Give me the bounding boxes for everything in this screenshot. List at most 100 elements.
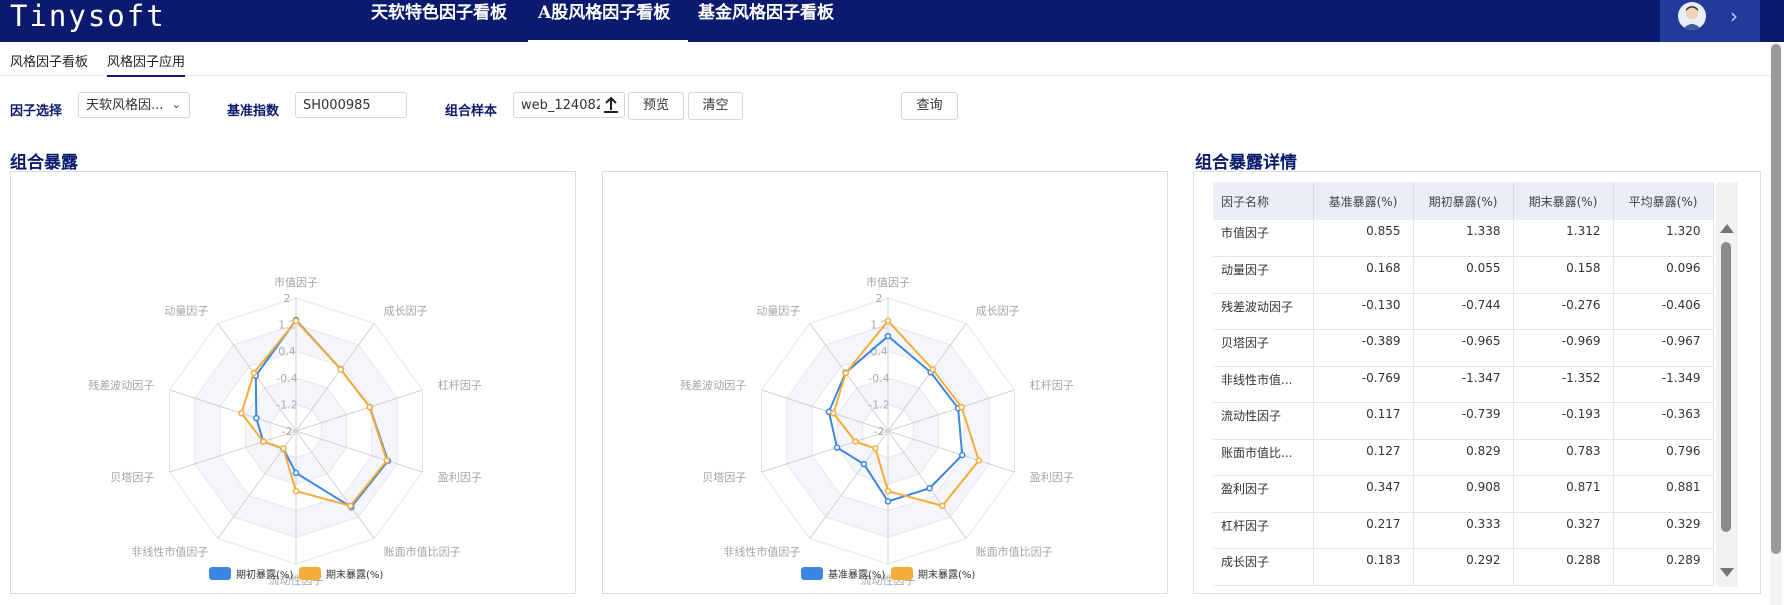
radar-data-point[interactable] (253, 414, 260, 422)
table-row[interactable]: 动量因子 0.168 0.055 0.158 0.096 (1213, 256, 1714, 294)
col-header-final[interactable]: 期末暴露(%) (1513, 182, 1614, 220)
radar-data-point[interactable] (939, 502, 946, 510)
table-row[interactable]: 残差波动因子 -0.130 -0.744 -0.276 -0.406 (1213, 293, 1714, 330)
app-logo: Tinysoft (10, 0, 166, 33)
benchmark-input[interactable]: SH000985 (295, 92, 407, 118)
legend-swatch[interactable] (209, 567, 231, 580)
radar-data-point[interactable] (347, 502, 354, 510)
radar-data-point[interactable] (383, 457, 391, 464)
radar-tick-label: 0.4 (870, 345, 888, 358)
radar-indicator-label: 账面市值比因子 (976, 545, 1053, 559)
radar-indicator-label: 贝塔因子 (702, 471, 746, 484)
table-row[interactable]: 流动性因子 0.117 -0.739 -0.193 -0.363 (1213, 402, 1714, 440)
col-header-initial[interactable]: 期初暴露(%) (1413, 182, 1514, 220)
subtab-style-dashboard[interactable]: 风格因子看板 (10, 51, 88, 70)
value-cell: 1.320 (1613, 220, 1714, 257)
value-cell: 0.055 (1413, 256, 1514, 294)
radar-data-point[interactable] (292, 469, 300, 477)
radar-data-point[interactable] (292, 317, 300, 325)
value-cell: 0.292 (1413, 548, 1514, 586)
radar-data-point[interactable] (958, 451, 966, 459)
scroll-up-icon[interactable] (1720, 224, 1734, 233)
factor-select[interactable]: 天软风格因... ⌄ (78, 92, 190, 118)
radar-data-point[interactable] (337, 366, 344, 373)
value-cell: -0.130 (1313, 293, 1414, 330)
radar-data-point[interactable] (884, 498, 892, 505)
table-row[interactable]: 市值因子 0.855 1.338 1.312 1.320 (1213, 220, 1714, 257)
radar-indicator-label: 账面市值比因子 (384, 545, 461, 559)
factor-select-label: 因子选择 (10, 104, 63, 119)
nav-tab-tinysoft-factors[interactable]: 天软特色因子看板 (371, 2, 507, 24)
legend-swatch[interactable] (891, 567, 913, 580)
legend-swatch[interactable] (299, 567, 321, 580)
scroll-down-icon[interactable] (1720, 568, 1734, 577)
col-header-benchmark[interactable]: 基准暴露(%) (1313, 182, 1414, 220)
value-cell: 0.347 (1313, 475, 1414, 513)
radar-data-point[interactable] (929, 366, 936, 373)
radar-data-point[interactable] (884, 317, 892, 325)
value-cell: 1.312 (1513, 220, 1614, 257)
subtab-style-application[interactable]: 风格因子应用 (107, 51, 186, 77)
clear-button[interactable]: 清空 (688, 92, 743, 120)
value-cell: 0.871 (1513, 475, 1614, 513)
radar-data-point[interactable] (884, 332, 892, 340)
legend-label[interactable]: 基准暴露(%) (828, 568, 885, 581)
col-header-factor[interactable]: 因子名称 (1213, 182, 1314, 220)
radar-tick-label: 0.4 (278, 345, 296, 358)
factor-name-cell: 杠杆因子 (1213, 512, 1314, 549)
page-scrollbar[interactable] (1770, 42, 1782, 605)
legend-label[interactable]: 期初暴露(%) (236, 568, 293, 581)
legend-label[interactable]: 期末暴露(%) (918, 568, 975, 581)
radar-data-point[interactable] (366, 403, 373, 411)
legend-label[interactable]: 期末暴露(%) (326, 568, 383, 581)
table-row[interactable]: 账面市值比... 0.127 0.829 0.783 0.796 (1213, 439, 1714, 476)
radar-data-point[interactable] (292, 487, 300, 495)
preview-button[interactable]: 预览 (628, 92, 684, 120)
col-header-average[interactable]: 平均暴露(%) (1613, 182, 1714, 220)
nav-tab-a-share-style[interactable]: A股风格因子看板 (538, 2, 670, 24)
value-cell: 1.338 (1413, 220, 1514, 257)
table-row[interactable]: 杠杆因子 0.217 0.333 0.327 0.329 (1213, 512, 1714, 549)
page-scroll-thumb[interactable] (1771, 44, 1781, 554)
radar-tick-label: -1.2 (276, 398, 297, 411)
radar-tick-label: 2 (284, 292, 291, 305)
radar-data-point[interactable] (860, 460, 868, 468)
radar-data-point[interactable] (238, 410, 245, 417)
radar-data-point[interactable] (958, 403, 965, 411)
nav-tab-fund-style[interactable]: 基金风格因子看板 (698, 2, 834, 24)
value-cell: 0.908 (1413, 475, 1514, 513)
value-cell: -0.406 (1613, 293, 1714, 330)
avatar[interactable] (1678, 2, 1706, 30)
upload-icon[interactable] (600, 93, 624, 117)
radar-data-point[interactable] (260, 438, 267, 445)
value-cell: 0.796 (1613, 439, 1714, 476)
value-cell: 0.288 (1513, 548, 1614, 586)
chevron-right-icon[interactable]: › (1730, 4, 1738, 28)
table-row[interactable]: 贝塔因子 -0.389 -0.965 -0.969 -0.967 (1213, 329, 1714, 367)
value-cell: 0.289 (1613, 548, 1714, 586)
radar-data-point[interactable] (852, 438, 859, 445)
sample-input[interactable]: web_124082! (513, 92, 625, 118)
query-button[interactable]: 查询 (901, 92, 958, 120)
radar-data-point[interactable] (884, 487, 892, 495)
table-row[interactable]: 非线性市值... -0.769 -1.347 -1.352 -1.349 (1213, 366, 1714, 403)
radar-data-point[interactable] (830, 410, 837, 417)
legend-swatch[interactable] (801, 567, 823, 580)
radar-data-point[interactable] (842, 369, 850, 377)
value-cell: -0.769 (1313, 366, 1414, 403)
radar-data-point[interactable] (975, 457, 983, 464)
table-scrollbar[interactable] (1716, 182, 1738, 587)
table-row[interactable]: 成长因子 0.183 0.292 0.288 0.289 (1213, 548, 1714, 586)
radar-data-point[interactable] (833, 444, 841, 451)
top-navbar: Tinysoft 天软特色因子看板 A股风格因子看板 基金风格因子看板 › (0, 0, 1784, 42)
table-row[interactable]: 盈利因子 0.347 0.908 0.871 0.881 (1213, 475, 1714, 513)
radar-data-point[interactable] (280, 445, 287, 452)
radar-data-point[interactable] (872, 445, 879, 452)
table-scroll-thumb[interactable] (1721, 242, 1731, 532)
factor-select-value: 天软风格因... (86, 98, 164, 113)
radar-data-point[interactable] (926, 484, 933, 492)
radar-data-point[interactable] (250, 369, 258, 377)
radar-tick-label: 2 (876, 292, 883, 305)
user-menu[interactable]: › (1660, 0, 1760, 42)
exposure-detail-table: 因子名称 基准暴露(%) 期初暴露(%) 期末暴露(%) 平均暴露(%) 市值因… (1213, 182, 1714, 586)
